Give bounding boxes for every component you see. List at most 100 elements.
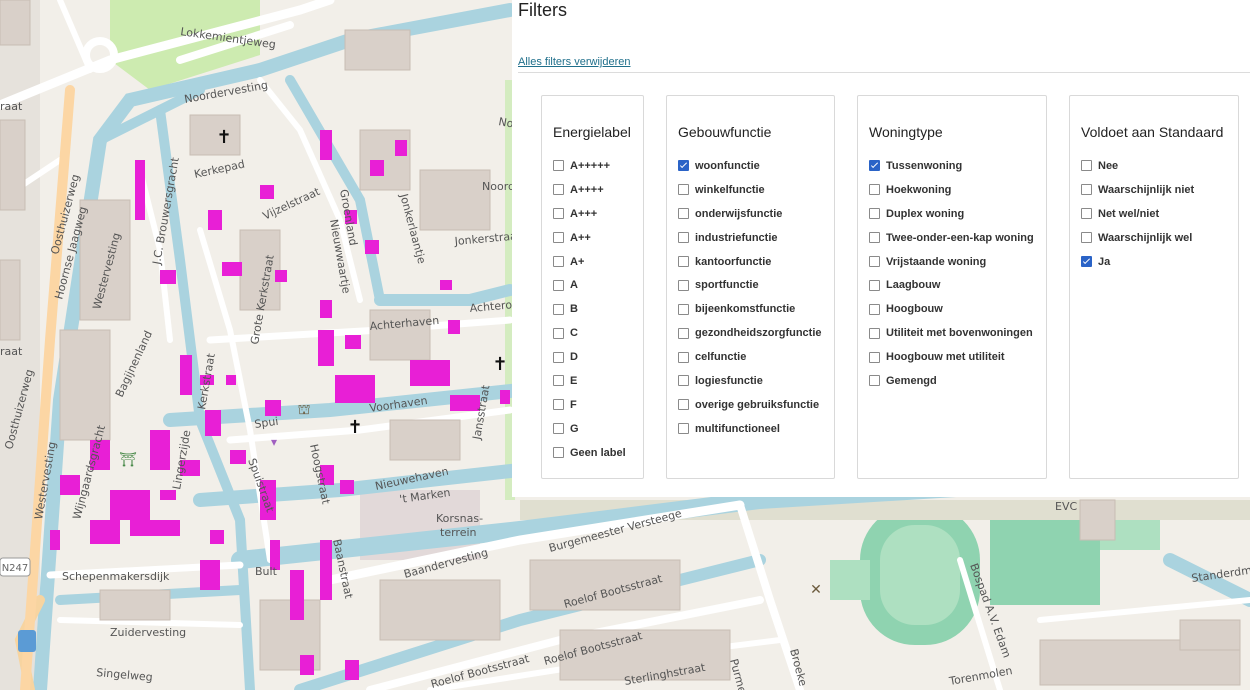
- checkbox[interactable]: [869, 184, 880, 196]
- filter-option[interactable]: sportfunctie: [678, 273, 834, 297]
- filter-option-label: Gemengd: [886, 374, 937, 387]
- map-highlight: [50, 530, 60, 550]
- filter-option[interactable]: Tussenwoning: [869, 154, 1046, 178]
- map-highlight: [265, 400, 281, 416]
- checkbox[interactable]: [553, 423, 564, 435]
- filter-option[interactable]: Twee-onder-een-kap woning: [869, 226, 1046, 250]
- filter-option[interactable]: A+++: [553, 202, 643, 226]
- filter-option[interactable]: E: [553, 369, 643, 393]
- checkbox[interactable]: [678, 208, 689, 220]
- checkbox[interactable]: [869, 303, 880, 315]
- filter-option[interactable]: B: [553, 297, 643, 321]
- filter-option[interactable]: celfunctie: [678, 345, 834, 369]
- checkbox[interactable]: [553, 351, 564, 363]
- map-building: [0, 0, 31, 46]
- checkbox[interactable]: [869, 375, 880, 387]
- filter-option[interactable]: bijeenkomstfunctie: [678, 297, 834, 321]
- filter-option[interactable]: Hoekwoning: [869, 178, 1046, 202]
- checkbox[interactable]: [553, 184, 564, 196]
- filter-option[interactable]: winkelfunctie: [678, 178, 834, 202]
- filter-option[interactable]: A: [553, 273, 643, 297]
- checkbox[interactable]: [869, 208, 880, 220]
- filter-option[interactable]: kantoorfunctie: [678, 250, 834, 274]
- street-label: Bult: [255, 565, 278, 578]
- filter-option[interactable]: G: [553, 417, 643, 441]
- filter-option[interactable]: Hoogbouw met utiliteit: [869, 345, 1046, 369]
- map-highlight: [160, 270, 176, 284]
- museum-icon: ⛫: [298, 402, 311, 418]
- checkbox[interactable]: [678, 327, 689, 339]
- filter-option[interactable]: Vrijstaande woning: [869, 250, 1046, 274]
- checkbox[interactable]: [553, 208, 564, 220]
- filter-option[interactable]: A+++++: [553, 154, 643, 178]
- filter-option[interactable]: multifunctioneel: [678, 417, 834, 441]
- filter-option-label: woonfunctie: [695, 159, 760, 172]
- checkbox[interactable]: [553, 327, 564, 339]
- checkbox[interactable]: [678, 279, 689, 291]
- filter-option[interactable]: Duplex woning: [869, 202, 1046, 226]
- filter-option-label: Ja: [1098, 255, 1111, 268]
- checkbox[interactable]: [678, 303, 689, 315]
- filter-option[interactable]: Gemengd: [869, 369, 1046, 393]
- map-building: [359, 129, 411, 191]
- checkbox[interactable]: [869, 256, 880, 267]
- filter-option-label: A: [570, 279, 578, 292]
- checkbox[interactable]: [553, 279, 564, 291]
- checkbox[interactable]: [678, 256, 689, 267]
- filter-option[interactable]: woonfunctie: [678, 154, 834, 178]
- filter-option[interactable]: Utiliteit met bovenwoningen: [869, 321, 1046, 345]
- checkbox[interactable]: [678, 351, 689, 363]
- road-shield-label: N247: [2, 563, 29, 574]
- clear-all-filters-link[interactable]: Alles filters verwijderen: [518, 56, 630, 68]
- filter-option[interactable]: Waarschijnlijk wel: [1081, 226, 1238, 250]
- filter-option[interactable]: Net wel/niet: [1081, 202, 1238, 226]
- checkbox[interactable]: [869, 279, 880, 291]
- filter-option[interactable]: Hoogbouw: [869, 297, 1046, 321]
- checkbox[interactable]: [553, 256, 564, 267]
- checkbox[interactable]: [678, 160, 689, 172]
- filter-option-label: Vrijstaande woning: [886, 255, 987, 268]
- checkbox[interactable]: [1081, 160, 1092, 172]
- filter-option[interactable]: A++++: [553, 178, 643, 202]
- checkbox[interactable]: [869, 351, 880, 363]
- filter-option[interactable]: A++: [553, 226, 643, 250]
- checkbox[interactable]: [869, 160, 880, 172]
- checkbox[interactable]: [553, 375, 564, 387]
- filter-option[interactable]: overige gebruiksfunctie: [678, 393, 834, 417]
- filter-option[interactable]: Laagbouw: [869, 273, 1046, 297]
- filter-option[interactable]: C: [553, 321, 643, 345]
- checkbox[interactable]: [678, 232, 689, 244]
- checkbox[interactable]: [869, 327, 880, 339]
- filter-option-label: B: [570, 303, 578, 316]
- filter-option[interactable]: Nee: [1081, 154, 1238, 178]
- map-highlight: [448, 320, 460, 334]
- checkbox[interactable]: [1081, 232, 1092, 244]
- checkbox[interactable]: [553, 399, 564, 411]
- filter-option[interactable]: D: [553, 345, 643, 369]
- street-label: Noord: [482, 180, 515, 193]
- checkbox[interactable]: [1081, 184, 1092, 196]
- checkbox[interactable]: [1081, 208, 1092, 220]
- filter-option[interactable]: Geen label: [553, 441, 643, 465]
- filter-option[interactable]: F: [553, 393, 643, 417]
- checkbox[interactable]: [1081, 256, 1092, 267]
- filter-option[interactable]: logiesfunctie: [678, 369, 834, 393]
- checkbox[interactable]: [678, 375, 689, 387]
- checkbox[interactable]: [553, 232, 564, 244]
- filter-option[interactable]: Waarschijnlijk niet: [1081, 178, 1238, 202]
- checkbox[interactable]: [678, 184, 689, 196]
- checkbox[interactable]: [869, 232, 880, 244]
- filter-option[interactable]: gezondheidszorgfunctie: [678, 321, 834, 345]
- filter-option[interactable]: A+: [553, 250, 643, 274]
- filter-option-label: A+: [570, 255, 585, 268]
- checkbox[interactable]: [678, 399, 689, 411]
- checkbox[interactable]: [678, 423, 689, 435]
- filter-option[interactable]: Ja: [1081, 250, 1238, 274]
- checkbox[interactable]: [553, 160, 564, 172]
- checkbox[interactable]: [553, 447, 564, 459]
- filter-option[interactable]: onderwijsfunctie: [678, 202, 834, 226]
- checkbox[interactable]: [553, 303, 564, 315]
- filter-option[interactable]: industriefunctie: [678, 226, 834, 250]
- map-highlight: [345, 335, 361, 349]
- filter-option-label: Waarschijnlijk wel: [1098, 231, 1193, 244]
